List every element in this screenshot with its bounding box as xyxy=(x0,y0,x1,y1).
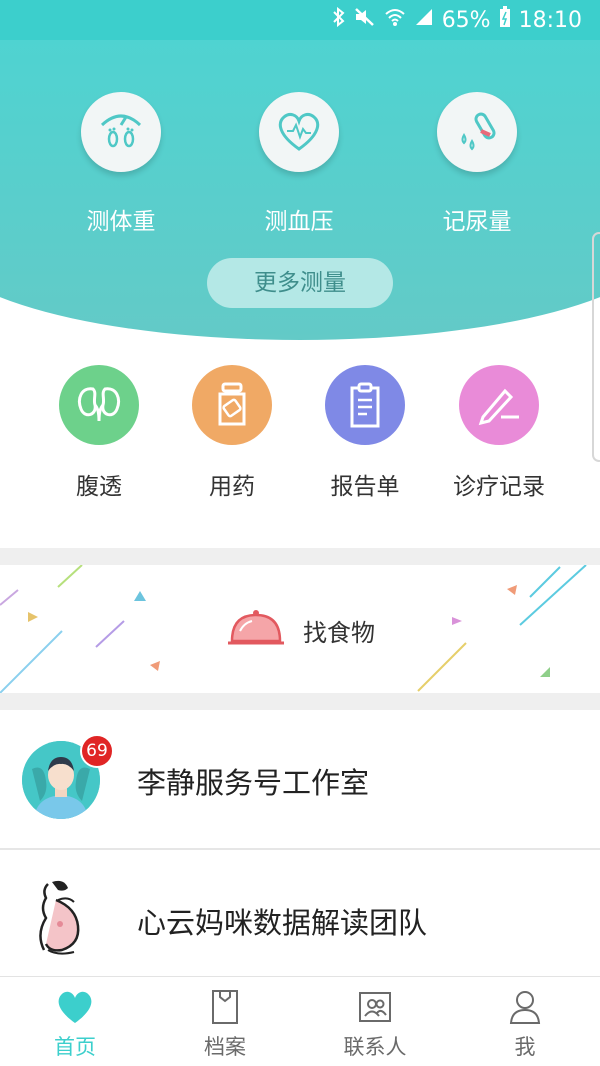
nav-home[interactable]: 首页 xyxy=(0,977,150,1066)
kidney-icon xyxy=(59,365,139,445)
measure-weight-button[interactable]: 测体重 xyxy=(51,92,191,236)
banner-decoration xyxy=(0,565,587,693)
feature-label: 报告单 xyxy=(330,474,400,500)
status-bar: 65% 18:10 xyxy=(0,0,600,40)
medicine-bottle-icon xyxy=(192,365,272,445)
measure-label: 测血压 xyxy=(264,209,334,235)
signal-icon xyxy=(414,7,434,33)
measure-blood-pressure-button[interactable]: 测血压 xyxy=(229,92,369,236)
feature-peritoneal-dialysis[interactable]: 腹透 xyxy=(29,365,169,501)
feature-label: 诊疗记录 xyxy=(453,474,545,500)
contact-row-service[interactable]: 李静服务号工作室 xyxy=(0,710,600,848)
nav-label: 档案 xyxy=(204,1035,246,1059)
contact-row-team[interactable]: 心云妈咪数据解读团队 xyxy=(0,850,600,976)
status-icons: 65% 18:10 xyxy=(332,6,582,34)
nav-label: 我 xyxy=(514,1035,536,1059)
measure-label: 记尿量 xyxy=(442,209,512,235)
scale-icon xyxy=(81,92,161,172)
feature-medication[interactable]: 用药 xyxy=(162,365,302,501)
clock-time: 18:10 xyxy=(518,7,582,33)
nav-label: 联系人 xyxy=(343,1035,407,1059)
clipboard-icon xyxy=(325,365,405,445)
section-gap xyxy=(0,548,600,565)
feature-diagnosis-records[interactable]: 诊疗记录 xyxy=(429,365,569,501)
nav-contacts[interactable]: 联系人 xyxy=(300,977,450,1066)
measure-urine-button[interactable]: 记尿量 xyxy=(407,92,547,236)
pregnant-woman-icon xyxy=(28,878,98,958)
contacts-icon xyxy=(359,992,391,1022)
mute-icon xyxy=(354,7,376,33)
test-tube-icon xyxy=(437,92,517,172)
contact-title: 心云妈咪数据解读团队 xyxy=(137,906,428,940)
more-measure-button[interactable]: 更多测量 xyxy=(207,258,393,308)
pen-icon xyxy=(459,365,539,445)
contact-title: 李静服务号工作室 xyxy=(137,766,370,800)
heart-pulse-icon xyxy=(259,92,339,172)
food-cloche-icon xyxy=(228,610,284,645)
feature-label: 腹透 xyxy=(76,474,122,500)
side-edge-handle[interactable] xyxy=(592,232,600,462)
section-gap xyxy=(0,693,600,710)
battery-icon xyxy=(499,6,511,34)
bluetooth-icon xyxy=(332,6,346,33)
feature-label: 用药 xyxy=(209,474,255,500)
app-screen: 65% 18:10 测体重 测血压 记尿量 更多测量 腹透 用药 报告单 诊疗记… xyxy=(0,0,600,1066)
wifi-icon xyxy=(384,7,406,33)
nav-me[interactable]: 我 xyxy=(450,977,600,1066)
person-icon xyxy=(509,991,541,1024)
feature-report[interactable]: 报告单 xyxy=(295,365,435,501)
measure-label: 测体重 xyxy=(86,209,156,235)
find-food-label: 找食物 xyxy=(303,619,375,647)
bottom-nav: 首页 档案 联系人 我 xyxy=(0,976,600,1066)
unread-badge: 69 xyxy=(80,734,114,768)
battery-percent: 65% xyxy=(441,7,491,33)
folder-icon xyxy=(212,990,238,1024)
heart-icon xyxy=(58,991,92,1023)
nav-records[interactable]: 档案 xyxy=(150,977,300,1066)
nav-label: 首页 xyxy=(54,1035,96,1059)
find-food-banner[interactable]: 找食物 xyxy=(0,565,600,693)
